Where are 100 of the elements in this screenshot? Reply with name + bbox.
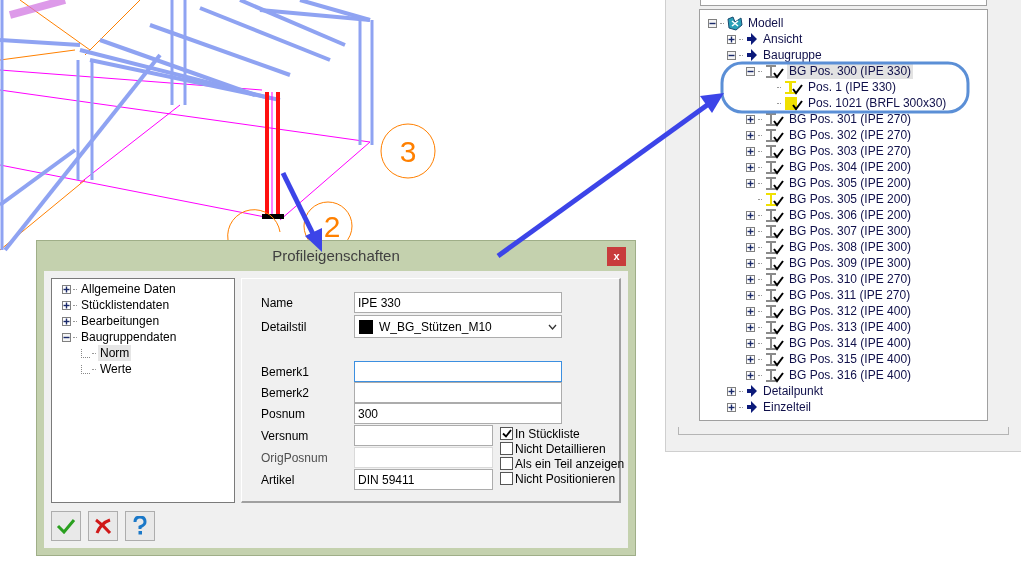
plate-check-icon	[784, 95, 803, 111]
tree-item[interactable]: BG Pos. 307 (IPE 300)	[787, 223, 914, 239]
beam-check-icon	[765, 239, 784, 255]
expand-toggle-icon[interactable]	[746, 290, 755, 300]
tree-item[interactable]: BG Pos. 311 (IPE 270)	[787, 287, 913, 303]
expand-toggle-icon[interactable]	[746, 210, 755, 220]
expand-toggle-icon[interactable]	[746, 146, 755, 156]
expand-toggle-icon[interactable]	[746, 306, 755, 316]
expand-toggle-icon[interactable]	[746, 370, 755, 380]
color-swatch-icon	[359, 319, 373, 334]
tree-item[interactable]: Baugruppendaten	[79, 329, 179, 345]
ok-button[interactable]	[51, 511, 81, 541]
field-label: Artikel	[261, 471, 296, 489]
collapse-toggle-icon[interactable]	[62, 332, 71, 342]
dropdown-value: W_BG_Stützen_M10	[379, 318, 493, 336]
beam-check-icon	[765, 367, 784, 383]
arrow-icon	[746, 48, 758, 62]
expand-toggle-icon[interactable]	[746, 322, 755, 332]
expand-toggle-icon[interactable]	[746, 354, 755, 364]
tree-item[interactable]: BG Pos. 313 (IPE 400)	[787, 319, 914, 335]
checkbox[interactable]	[500, 457, 513, 470]
collapse-toggle-icon[interactable]	[727, 50, 736, 60]
grid-label: 2	[323, 210, 341, 243]
tree-item[interactable]: BG Pos. 301 (IPE 270)	[787, 111, 914, 127]
tree-item[interactable]: BG Pos. 316 (IPE 400)	[787, 367, 914, 383]
tree-item[interactable]: BG Pos. 305 (IPE 200)	[787, 191, 914, 207]
beam-check-icon	[765, 287, 784, 303]
text-field[interactable]	[354, 361, 562, 382]
tree-item[interactable]: BG Pos. 303 (IPE 270)	[787, 143, 914, 159]
expand-toggle-icon[interactable]	[62, 316, 71, 326]
beam-check-icon	[765, 223, 784, 239]
tree-item[interactable]: BG Pos. 309 (IPE 300)	[787, 255, 914, 271]
tree-item[interactable]: Allgemeine Daten	[79, 281, 178, 297]
tree-item[interactable]: Bearbeitungen	[79, 313, 162, 329]
tree-item[interactable]: BG Pos. 312 (IPE 400)	[787, 303, 914, 319]
checkbox[interactable]	[500, 472, 513, 485]
checkbox[interactable]	[500, 427, 513, 440]
tree-item[interactable]: BG Pos. 306 (IPE 200)	[787, 207, 914, 223]
checkbox-label: Nicht Detaillieren	[515, 440, 606, 458]
beam-check-icon	[765, 207, 784, 223]
text-field[interactable]: 300	[354, 403, 562, 424]
collapse-toggle-icon[interactable]	[708, 18, 717, 28]
text-field[interactable]	[354, 425, 493, 446]
help-button[interactable]	[125, 511, 155, 541]
expand-toggle-icon[interactable]	[727, 402, 736, 412]
expand-toggle-icon[interactable]	[746, 226, 755, 236]
expand-toggle-icon[interactable]	[62, 284, 71, 294]
expand-toggle-icon[interactable]	[746, 274, 755, 284]
tree-item[interactable]: Norm	[98, 345, 132, 361]
expand-toggle-icon[interactable]	[746, 130, 755, 140]
tree-item[interactable]: Ansicht	[761, 31, 805, 47]
expand-toggle-icon[interactable]	[746, 162, 755, 172]
tree-item[interactable]: BG Pos. 305 (IPE 200)	[787, 175, 914, 191]
tree-item[interactable]: BG Pos. 304 (IPE 200)	[787, 159, 914, 175]
checkbox-label: Als ein Teil anzeigen	[515, 455, 625, 473]
expand-toggle-icon[interactable]	[746, 178, 755, 188]
beam-check-icon	[765, 63, 784, 79]
beam-check-icon	[765, 255, 784, 271]
check-icon	[501, 429, 512, 438]
cross-icon	[93, 517, 113, 535]
tree-item[interactable]: BG Pos. 314 (IPE 400)	[787, 335, 914, 351]
text-field[interactable]	[354, 382, 562, 403]
tree-item[interactable]: Modell	[746, 15, 786, 31]
tree-item[interactable]: Werte	[98, 361, 134, 377]
collapse-toggle-icon[interactable]	[746, 66, 755, 76]
field-label: Detailstil	[261, 318, 308, 336]
expand-toggle-icon[interactable]	[746, 242, 755, 252]
tree-item[interactable]: Detailpunkt	[761, 383, 826, 399]
dialog-title: Profileigenschaften	[272, 245, 400, 266]
tree-item[interactable]: BG Pos. 308 (IPE 300)	[787, 239, 914, 255]
expand-toggle-icon[interactable]	[62, 300, 71, 310]
checkbox-label: Nicht Positionieren	[515, 471, 616, 488]
tree-item[interactable]: Stücklistendaten	[79, 297, 172, 313]
expand-toggle-icon[interactable]	[727, 34, 736, 44]
tree-item[interactable]: BG Pos. 310 (IPE 270)	[787, 271, 914, 287]
chevron-down-icon	[548, 323, 557, 330]
expand-toggle-icon[interactable]	[746, 258, 755, 268]
tree-item[interactable]: BG Pos. 315 (IPE 400)	[787, 351, 914, 367]
expand-toggle-icon[interactable]	[746, 114, 755, 124]
beam-check-icon	[765, 143, 784, 159]
tree-item[interactable]: Pos. 1 (IPE 330)	[806, 79, 899, 95]
beam-check-icon	[765, 351, 784, 367]
grid-circle	[380, 123, 436, 179]
close-button[interactable]: x	[607, 247, 626, 266]
tree-item[interactable]: BG Pos. 302 (IPE 270)	[787, 127, 914, 143]
text-field[interactable]: DIN 59411	[354, 469, 493, 490]
arrow-icon	[746, 400, 758, 414]
style-dropdown[interactable]: W_BG_Stützen_M10	[354, 315, 562, 338]
field-label: Versnum	[261, 427, 310, 445]
arrow-icon	[746, 32, 758, 46]
tree-item[interactable]: Pos. 1021 (BRFL 300x30)	[806, 95, 949, 111]
cancel-button[interactable]	[88, 511, 118, 541]
text-field[interactable]: IPE 330	[354, 292, 562, 313]
arrow-icon	[746, 384, 758, 398]
expand-toggle-icon[interactable]	[727, 386, 736, 396]
beam-check-icon	[765, 271, 784, 287]
expand-toggle-icon[interactable]	[746, 338, 755, 348]
tree-item[interactable]: Einzelteil	[761, 399, 814, 415]
checkbox[interactable]	[500, 442, 513, 455]
tree-item[interactable]: Baugruppe	[761, 47, 824, 63]
